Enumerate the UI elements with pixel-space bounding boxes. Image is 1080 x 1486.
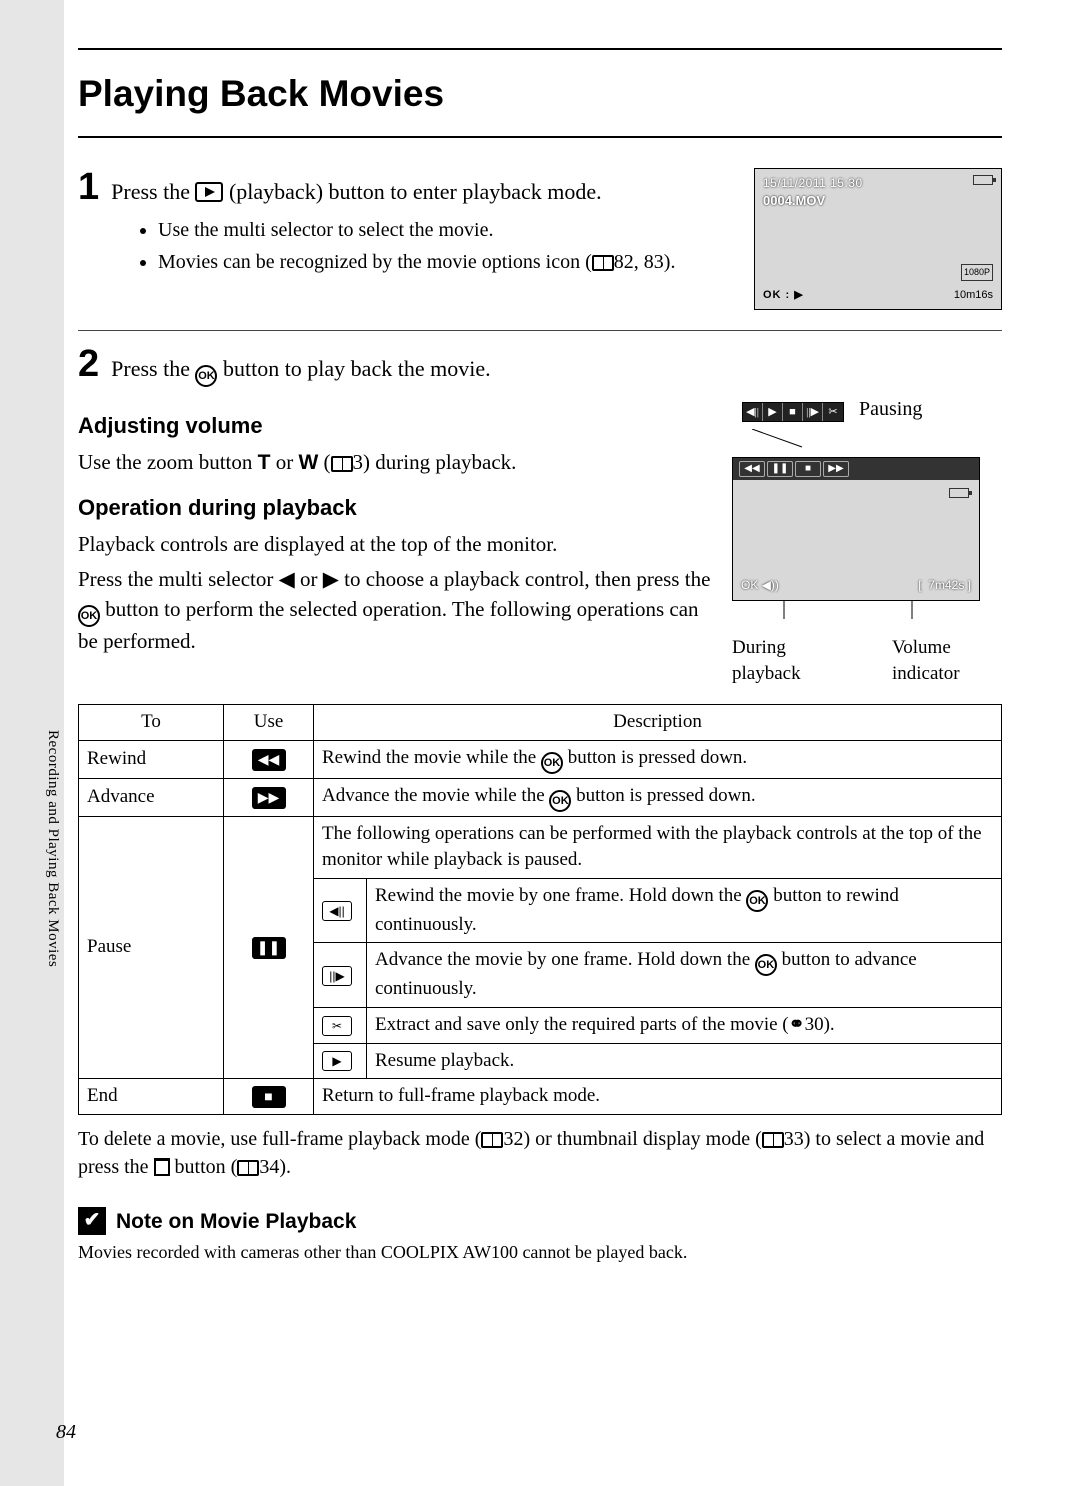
- toolbar-frame-advance-icon: ||▶: [803, 403, 823, 421]
- leader-lines-2: [742, 601, 1002, 621]
- step-1-bullet-1: Use the multi selector to select the mov…: [158, 216, 742, 244]
- note-heading: ✔ Note on Movie Playback: [78, 1207, 1002, 1236]
- ok-button-icon: OK: [195, 365, 217, 387]
- top-rule: [78, 48, 1002, 50]
- page-ref-icon: [331, 456, 353, 472]
- step-2: 2 Press the OK button to play back the m…: [78, 345, 1002, 688]
- ctrl-advance-icon: ▶▶: [823, 461, 849, 477]
- page-ref-icon: [592, 255, 614, 271]
- annot-volume-indicator: Volume indicator: [892, 635, 1002, 688]
- ok-button-icon: OK: [541, 752, 563, 774]
- page-ref-icon: [481, 1132, 503, 1148]
- step-2-title: Press the OK button to play back the mov…: [111, 354, 490, 387]
- ok-button-icon: OK: [549, 790, 571, 812]
- sub-frame-advance-use: ||▶: [314, 943, 367, 1008]
- row-rewind-desc: Rewind the movie while the OK button is …: [314, 740, 1002, 778]
- step-1-number: 1: [78, 168, 99, 206]
- row-pause-to: Pause: [79, 816, 224, 1079]
- row-advance-desc: Advance the movie while the OK button is…: [314, 778, 1002, 816]
- step-1-bullet-2: Movies can be recognized by the movie op…: [158, 248, 742, 276]
- leader-line: [742, 429, 872, 449]
- camera-duration: 10m16s: [954, 288, 993, 303]
- step-2-number: 2: [78, 345, 99, 383]
- chain-link-icon: ⚭: [789, 1014, 805, 1035]
- operation-p1: Playback controls are displayed at the t…: [78, 530, 716, 559]
- playback-icon: [195, 182, 223, 202]
- row-end-desc: Return to full-frame playback mode.: [314, 1079, 1002, 1115]
- camera-screenshot-1: 15/11/2011 15:30 0004.MOV 1080P OK : ▶ 1…: [754, 168, 1002, 310]
- note-body: Movies recorded with cameras other than …: [78, 1240, 1002, 1265]
- row-rewind-to: Rewind: [79, 740, 224, 778]
- advance-icon: ▶▶: [252, 787, 286, 809]
- sub-resume-use: ▶: [314, 1043, 367, 1079]
- note-check-icon: ✔: [78, 1207, 106, 1235]
- row-pause-intro: The following operations can be performe…: [314, 816, 1002, 878]
- row-rewind-use: ◀◀: [224, 740, 314, 778]
- row-end-use: ■: [224, 1079, 314, 1115]
- sub-resume-desc: Resume playback.: [367, 1043, 1002, 1079]
- toolbar-frame-rewind-icon: ◀||: [743, 403, 763, 421]
- annot-during-playback: During playback: [732, 635, 842, 688]
- side-section-label: Recording and Playing Back Movies: [42, 730, 63, 967]
- sub-extract-use: ✂: [314, 1007, 367, 1043]
- operation-p2: Press the multi selector ◀ or ▶ to choos…: [78, 565, 716, 656]
- ok-play-label: OK : ▶: [763, 288, 804, 303]
- toolbar-diagram: ◀|| ▶ ■ ||▶ ✂ Pausing: [742, 395, 1002, 457]
- row-advance-use: ▶▶: [224, 778, 314, 816]
- frame-advance-icon: ||▶: [322, 966, 352, 986]
- row-pause-use: ❚❚: [224, 816, 314, 1079]
- pausing-label: Pausing: [859, 398, 922, 420]
- row-advance-to: Advance: [79, 778, 224, 816]
- after-table-paragraph: To delete a movie, use full-frame playba…: [78, 1125, 1002, 1181]
- page-number: 84: [56, 1418, 76, 1446]
- rewind-icon: ◀◀: [252, 749, 286, 771]
- camera-date: 15/11/2011 15:30: [763, 175, 993, 192]
- sub-frame-rewind-desc: Rewind the movie by one frame. Hold down…: [367, 878, 1002, 943]
- trash-icon: [154, 1158, 170, 1176]
- page-ref-icon: [237, 1160, 259, 1176]
- page-title: Playing Back Movies: [78, 68, 1002, 120]
- toolbar-icons: ◀|| ▶ ■ ||▶ ✂: [742, 402, 844, 422]
- ctrl-rewind-icon: ◀◀: [739, 461, 765, 477]
- step-1: 1 Press the (playback) button to enter p…: [78, 168, 1002, 331]
- playback-time: [ 7m42s ]: [918, 577, 971, 594]
- title-rule: [78, 136, 1002, 138]
- operation-head: Operation during playback: [78, 493, 716, 524]
- ctrl-pause-icon: ❚❚: [767, 461, 793, 477]
- th-to: To: [79, 704, 224, 740]
- ok-button-icon: OK: [755, 954, 777, 976]
- adjusting-volume-text: Use the zoom button T or W (3) during pl…: [78, 448, 716, 477]
- battery-icon: [973, 175, 993, 185]
- toolbar-stop-icon: ■: [783, 403, 803, 421]
- ok-button-icon: OK: [746, 890, 768, 912]
- frame-rewind-icon: ◀||: [322, 901, 352, 921]
- sub-extract-desc: Extract and save only the required parts…: [367, 1007, 1002, 1043]
- th-desc: Description: [314, 704, 1002, 740]
- camera-filename: 0004.MOV: [763, 192, 993, 210]
- operations-table: To Use Description Rewind ◀◀ Rewind the …: [78, 704, 1002, 1115]
- step-1-title: Press the (playback) button to enter pla…: [111, 177, 601, 208]
- playback-status-icons: OK ◀)): [741, 577, 779, 594]
- extract-icon: ✂: [322, 1016, 352, 1036]
- toolbar-cut-icon: ✂: [823, 403, 843, 421]
- resolution-badge: 1080P: [961, 264, 993, 281]
- sub-frame-rewind-use: ◀||: [314, 878, 367, 943]
- battery-icon: [949, 488, 969, 498]
- ok-button-icon: OK: [78, 605, 100, 627]
- page-ref-icon: [762, 1132, 784, 1148]
- sub-frame-advance-desc: Advance the movie by one frame. Hold dow…: [367, 943, 1002, 1008]
- toolbar-play-icon: ▶: [763, 403, 783, 421]
- row-end-to: End: [79, 1079, 224, 1115]
- th-use: Use: [224, 704, 314, 740]
- ctrl-stop-icon: ■: [795, 461, 821, 477]
- pause-icon: ❚❚: [252, 937, 286, 959]
- camera-screenshot-2: ◀◀ ❚❚ ■ ▶▶ OK ◀)) [ 7m42s ]: [732, 457, 980, 601]
- stop-icon: ■: [252, 1086, 286, 1108]
- resume-play-icon: ▶: [322, 1051, 352, 1071]
- adjusting-volume-head: Adjusting volume: [78, 411, 716, 442]
